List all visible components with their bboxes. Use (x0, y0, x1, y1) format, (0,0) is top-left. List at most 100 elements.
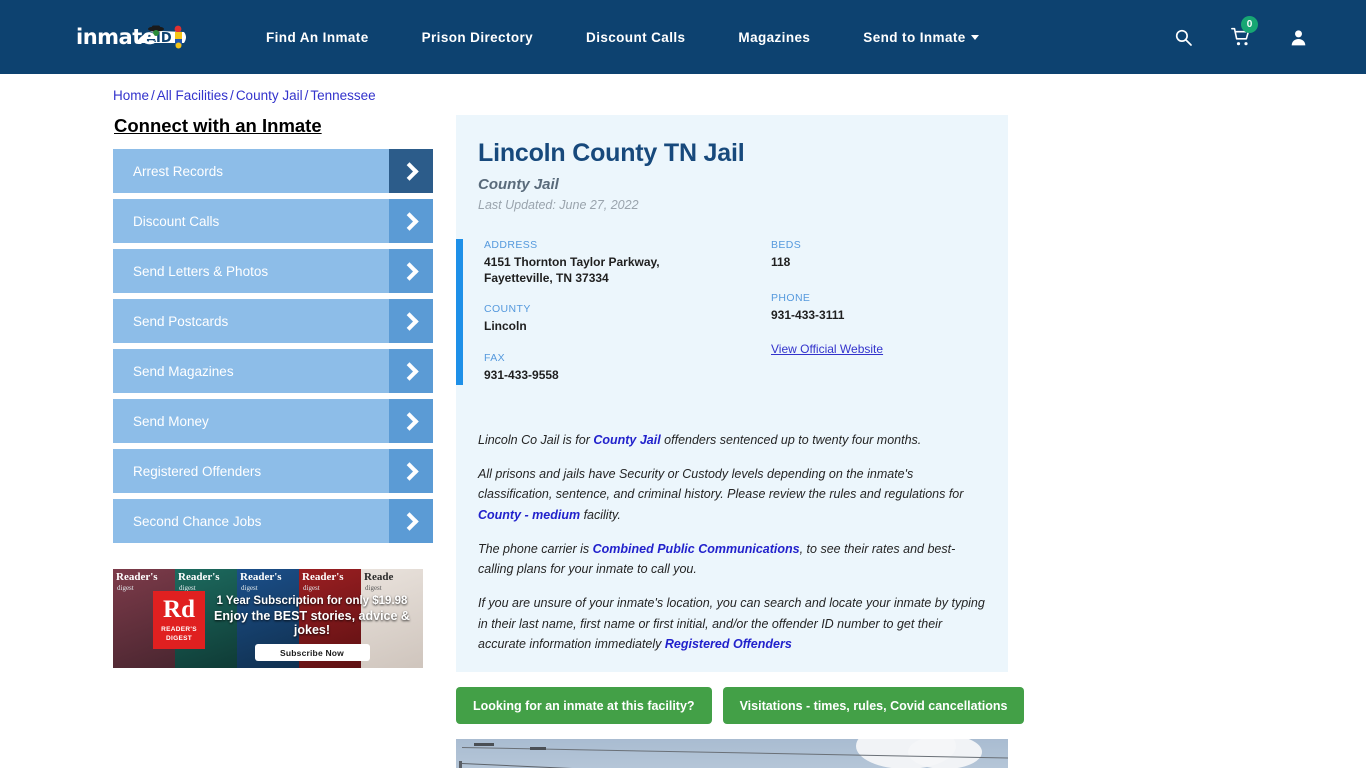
chevron-right-icon (389, 399, 433, 443)
sidebar-item-label: Arrest Records (133, 163, 224, 179)
search-icon[interactable] (1174, 28, 1193, 47)
sidebar-item-label: Send Money (133, 413, 209, 429)
nav-label: Prison Directory (421, 29, 534, 45)
field-phone: PHONE 931-433-3111 (771, 292, 1008, 323)
ad-brand-name: READER'S DIGEST (161, 626, 197, 642)
chevron-down-icon (970, 34, 979, 40)
ad-headline: 1 Year Subscription for only $19.98 (216, 595, 408, 607)
breadcrumb-item-county-jail[interactable]: County Jail (236, 88, 303, 103)
sidebar-item-label: Discount Calls (133, 213, 220, 229)
chevron-right-icon (389, 299, 433, 343)
page-title: Lincoln County TN Jail (478, 139, 745, 167)
header-icon-group: 0 (1174, 0, 1308, 74)
logo-text: inmate (76, 24, 156, 49)
breadcrumb-item-all-facilities[interactable]: All Facilities (157, 88, 228, 103)
find-inmate-button[interactable]: Looking for an inmate at this facility? (456, 687, 712, 724)
ad-cover-sub: digest (365, 584, 382, 592)
sidebar-item-arrest-records[interactable]: Arrest Records (113, 149, 433, 193)
field-label: ADDRESS (484, 239, 538, 251)
sidebar-item-label: Send Letters & Photos (133, 263, 269, 279)
field-address: ADDRESS 4151 Thornton Taylor Parkway, Fa… (484, 239, 743, 286)
chevron-right-icon (389, 349, 433, 393)
chevron-right-icon (389, 449, 433, 493)
description-paragraph-4: If you are unsure of your inmate's locat… (478, 593, 986, 654)
link-county-jail[interactable]: County Jail (593, 433, 660, 447)
site-logo[interactable]: inmate AID (76, 16, 194, 58)
field-label: PHONE (771, 292, 811, 305)
field-fax: FAX 931-433-9558 (484, 352, 743, 383)
cloud-shape (908, 739, 982, 768)
user-icon[interactable] (1289, 28, 1308, 47)
breadcrumb-separator: / (151, 88, 155, 103)
official-website-link[interactable]: View Official Website (771, 342, 883, 356)
nav-item-send-to-inmate[interactable]: Send to Inmate (863, 30, 979, 45)
breadcrumb-separator: / (230, 88, 234, 103)
sidebar: Connect with an Inmate Arrest Records Di… (113, 115, 433, 668)
facility-details: ADDRESS 4151 Thornton Taylor Parkway, Fa… (456, 239, 1008, 400)
ad-cover-title: Reader's (116, 571, 158, 583)
nav-item-find-an-inmate[interactable]: Find An Inmate (266, 30, 369, 45)
readers-digest-ad-banner[interactable]: Reader's digest Reader's digest Reader's… (113, 569, 423, 668)
nav-item-magazines[interactable]: Magazines (738, 30, 810, 45)
p2-text-a: All prisons and jails have Security or C… (478, 467, 964, 502)
main-content: Lincoln County TN Jail County Jail Last … (456, 115, 1025, 768)
ad-cover-title: Reade (364, 571, 394, 583)
readers-digest-logo: Rd READER'S DIGEST (153, 591, 205, 649)
field-value: Lincoln (484, 319, 527, 334)
link-registered-offenders[interactable]: Registered Offenders (665, 637, 792, 651)
field-label: BEDS (771, 239, 802, 251)
cart-icon[interactable]: 0 (1231, 16, 1258, 47)
description-paragraph-2: All prisons and jails have Security or C… (478, 464, 986, 525)
cta-button-row: Looking for an inmate at this facility? … (456, 687, 1025, 724)
nav-label: Find An Inmate (266, 29, 369, 45)
facility-details-right: BEDS 118 PHONE 931-433-3111 View Officia… (743, 239, 1008, 400)
insulator (530, 747, 546, 750)
facility-type: County Jail (478, 176, 559, 193)
sidebar-item-send-money[interactable]: Send Money (113, 399, 433, 443)
ad-brand-initials: Rd (163, 596, 195, 624)
nav-item-prison-directory[interactable]: Prison Directory (422, 30, 533, 45)
visitations-button[interactable]: Visitations - times, rules, Covid cancel… (722, 687, 1025, 724)
chevron-right-icon (389, 199, 433, 243)
sidebar-item-send-letters-photos[interactable]: Send Letters & Photos (113, 249, 433, 293)
sidebar-item-discount-calls[interactable]: Discount Calls (113, 199, 433, 243)
cart-count-badge: 0 (1241, 16, 1258, 33)
field-value: 118 (771, 255, 791, 269)
sidebar-item-send-postcards[interactable]: Send Postcards (113, 299, 433, 343)
sidebar-item-send-magazines[interactable]: Send Magazines (113, 349, 433, 393)
sidebar-item-label: Send Magazines (133, 363, 234, 379)
insulator (474, 743, 494, 746)
field-beds: BEDS 118 (771, 239, 1008, 270)
link-county-medium[interactable]: County - medium (478, 508, 580, 522)
field-label: FAX (484, 351, 506, 364)
sidebar-item-registered-offenders[interactable]: Registered Offenders (113, 449, 433, 493)
ad-cover-title: Reader's (240, 571, 282, 583)
breadcrumb-separator: / (304, 88, 309, 103)
facility-details-left: ADDRESS 4151 Thornton Taylor Parkway, Fa… (478, 239, 743, 400)
breadcrumb-item-home[interactable]: Home (113, 88, 149, 103)
main-navigation: Find An Inmate Prison Directory Discount… (266, 30, 979, 45)
p2-text-b: facility. (580, 507, 621, 522)
field-county: COUNTY Lincoln (484, 303, 743, 334)
ad-cover-title: Reader's (178, 571, 220, 583)
breadcrumb: Home / All Facilities / County Jail / Tennesse… (113, 88, 1366, 103)
ad-cover-sub: digest (303, 584, 320, 592)
chevron-right-icon (389, 149, 433, 193)
nav-item-discount-calls[interactable]: Discount Calls (586, 30, 685, 45)
nav-label: Magazines (738, 29, 811, 45)
description-paragraph-1: Lincoln Co Jail is for County Jail offen… (478, 430, 986, 450)
p1-text-b: offenders sentenced up to twenty four mo… (660, 432, 922, 447)
link-phone-carrier[interactable]: Combined Public Communications (593, 542, 800, 556)
sidebar-item-second-chance-jobs[interactable]: Second Chance Jobs (113, 499, 433, 543)
page-body: Home / All Facilities / County Jail / Tennesse… (0, 88, 1366, 768)
facility-photo (456, 739, 1008, 768)
sidebar-title: Connect with an Inmate (114, 115, 322, 136)
sidebar-item-label: Registered Offenders (133, 463, 262, 479)
chevron-right-icon (389, 249, 433, 293)
facility-header: Lincoln County TN Jail County Jail Last … (456, 139, 1008, 212)
facility-last-updated: Last Updated: June 27, 2022 (478, 198, 639, 212)
breadcrumb-item-tennessee[interactable]: Tennessee (310, 88, 375, 103)
ad-subscribe-button[interactable]: Subscribe Now (254, 644, 370, 661)
field-official-website: View Official Website (771, 340, 1008, 358)
ad-cover-sub: digest (117, 584, 134, 592)
